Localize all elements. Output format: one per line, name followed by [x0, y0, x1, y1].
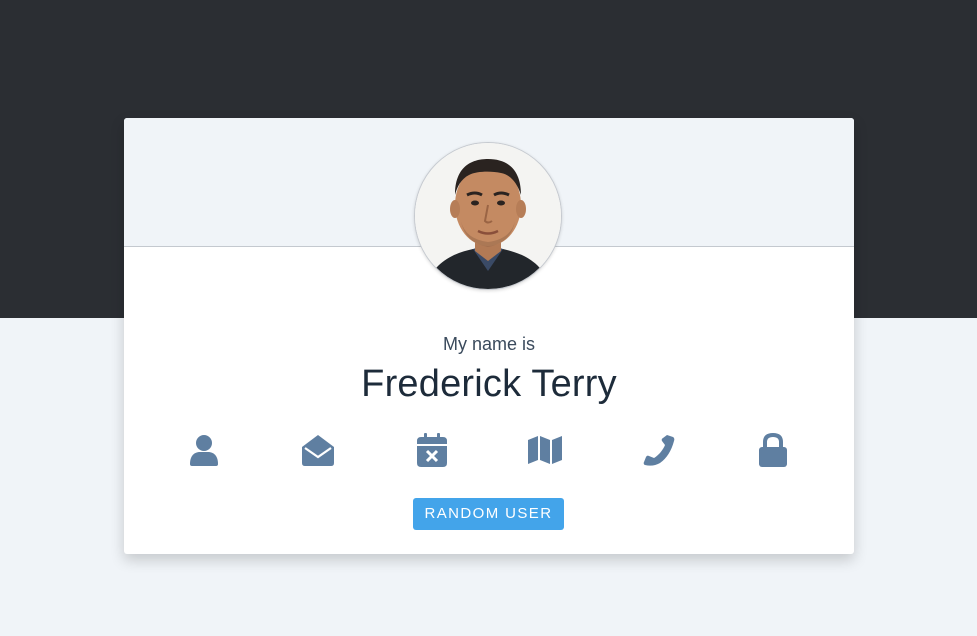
info-icon-row: [124, 430, 854, 470]
avatar: [414, 142, 562, 290]
user-card: My name is Frederick Terry RANDOM USER: [124, 118, 854, 554]
lock-icon[interactable]: [753, 430, 793, 470]
random-user-button[interactable]: RANDOM USER: [413, 498, 564, 530]
map-icon[interactable]: [525, 430, 565, 470]
phone-icon[interactable]: [639, 430, 679, 470]
intro-label: My name is: [442, 334, 536, 354]
user-icon[interactable]: [184, 430, 224, 470]
avatar-photo: [415, 143, 561, 289]
user-name: Frederick Terry: [361, 363, 617, 405]
calendar-times-icon[interactable]: [412, 430, 452, 470]
envelope-open-icon[interactable]: [298, 430, 338, 470]
